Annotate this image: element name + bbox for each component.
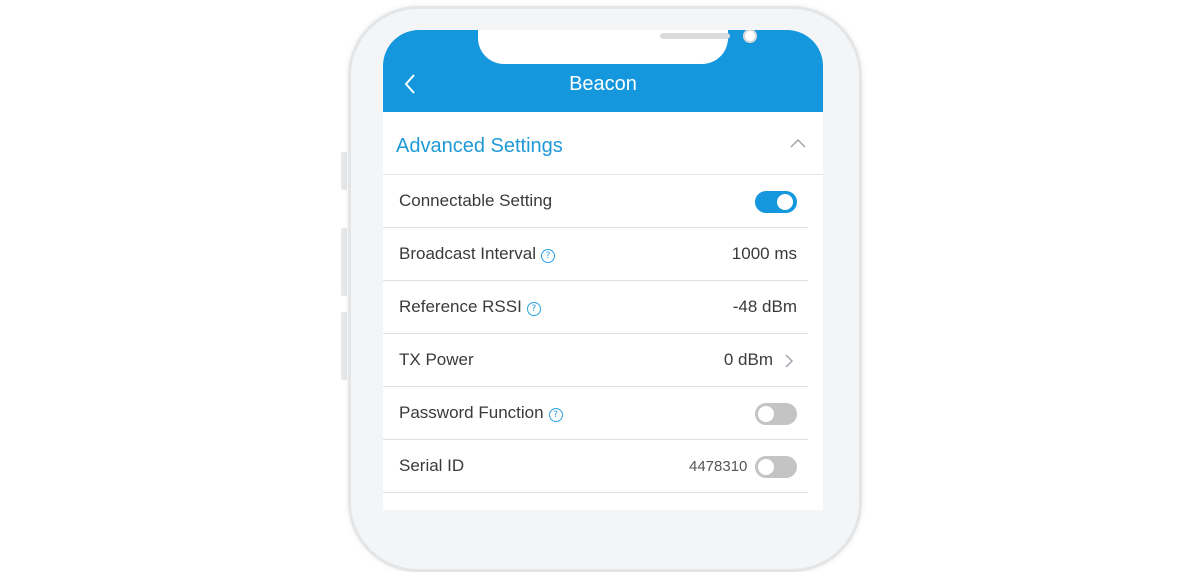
help-icon[interactable]: ? [526,302,541,316]
serial-id-toggle[interactable] [755,456,797,478]
setting-label: Serial ID [399,456,465,475]
setting-label: Broadcast Interval? [399,243,556,265]
setting-label-text: Password Function [399,403,544,422]
setting-label: TX Power [399,350,474,369]
help-icon[interactable]: ? [541,249,556,263]
setting-row-broadcast-interval: Broadcast Interval? 1000 ms [383,228,808,281]
setting-row-reference-rssi: Reference RSSI? -48 dBm [383,281,808,334]
setting-row-serial-id: Serial ID 4478310 [383,440,808,493]
page-title: Beacon [569,73,637,95]
setting-label: Reference RSSI? [399,296,541,318]
app-screen: Beacon Advanced Settings Connectable Set… [383,30,823,510]
serial-id-value: 4478310 [689,458,748,475]
tx-power-value: 0 dBm [723,350,773,369]
phone-volume-up-button [341,228,347,296]
password-function-toggle[interactable] [755,403,797,425]
phone-side-button [341,152,347,190]
setting-row-connectable: Connectable Setting [383,175,808,228]
help-icon[interactable]: ? [548,408,563,422]
section-title: Advanced Settings [396,135,563,157]
phone-volume-down-button [341,312,347,380]
setting-label-text: Reference RSSI [399,297,522,316]
phone-notch [478,30,757,64]
setting-label: Connectable Setting [399,191,553,210]
connectable-toggle[interactable] [755,191,797,213]
toggle-knob [758,406,774,422]
setting-row-password-function: Password Function? [383,387,808,440]
setting-label-text: Broadcast Interval [399,244,537,263]
speaker-grille [660,33,730,39]
toggle-knob [758,459,774,475]
broadcast-interval-value[interactable]: 1000 ms [732,243,797,265]
toggle-knob [777,194,793,210]
chevron-up-icon [790,139,806,148]
advanced-settings-header[interactable]: Advanced Settings [383,118,823,175]
chevron-right-icon [785,354,793,368]
setting-row-tx-power[interactable]: TX Power 0 dBm [383,334,808,387]
reference-rssi-value[interactable]: -48 dBm [733,296,797,318]
setting-label: Password Function? [399,402,563,424]
